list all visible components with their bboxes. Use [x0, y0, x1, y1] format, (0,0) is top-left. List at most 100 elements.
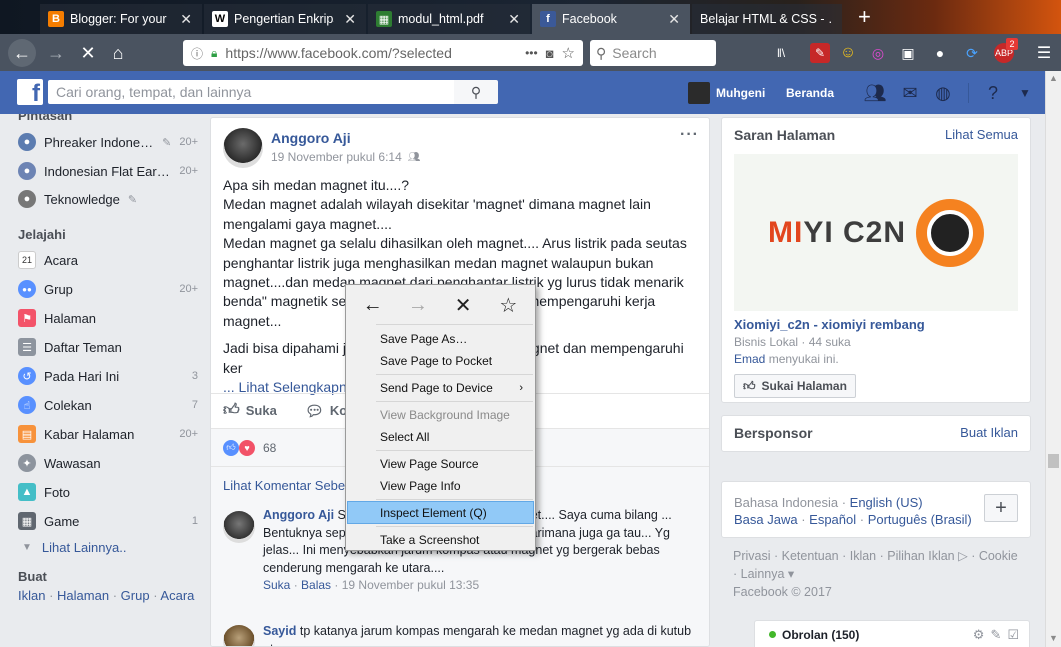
url-text[interactable]: https://www.facebook.com/?selected [225, 45, 517, 61]
instagram-icon[interactable]: ◎ [868, 43, 888, 63]
tab-belajar-html[interactable]: Belajar HTML & CSS - … [692, 4, 842, 34]
sidebar-item-grup[interactable]: ●● Grup 20+ [18, 278, 198, 300]
gear-icon[interactable]: ⚙ [973, 627, 985, 643]
tab-facebook[interactable]: f Facebook ✕ [532, 4, 690, 34]
comment-like-link[interactable]: Suka [263, 578, 290, 592]
more-languages-button[interactable]: + [984, 494, 1018, 522]
language-option[interactable]: Español [809, 512, 856, 527]
sidebar-item-pada-hari-ini[interactable]: ↺ Pada Hari Ini 3 [18, 365, 198, 387]
menu-item-select-all[interactable]: Select All [348, 426, 533, 447]
page-actions-icon[interactable]: ••• [525, 46, 538, 60]
language-option[interactable]: Português (Brasil) [868, 512, 972, 527]
menu-item-view-source[interactable]: View Page Source [348, 453, 533, 474]
menu-item-save-page[interactable]: Save Page As… [348, 328, 533, 349]
extension-icon[interactable]: ● [930, 43, 950, 63]
back-icon[interactable]: ← [8, 39, 36, 67]
sidebar-item-flat-earth[interactable]: ● Indonesian Flat Ear… 20+ [18, 160, 198, 182]
language-option[interactable]: English (US) [850, 495, 923, 510]
back-icon[interactable]: ← [358, 290, 388, 320]
menu-item-screenshot[interactable]: Take a Screenshot [348, 529, 533, 550]
sync-icon[interactable]: ⟳ [962, 43, 982, 63]
stop-icon[interactable]: ✕ [448, 290, 478, 320]
close-icon[interactable]: ✕ [344, 11, 356, 28]
new-tab-button[interactable]: + [858, 4, 871, 30]
bookmark-star-icon[interactable]: ☆ [493, 290, 523, 320]
tab-blogger[interactable]: B Blogger: For your I… ✕ [40, 4, 202, 34]
library-icon[interactable]: ‖\ [771, 43, 791, 63]
comment-reply-link[interactable]: Balas [301, 578, 331, 592]
sidebar-item-kabar-halaman[interactable]: ▤ Kabar Halaman 20+ [18, 423, 198, 445]
forward-icon[interactable]: → [403, 290, 433, 320]
comment-author[interactable]: Sayid [263, 624, 296, 638]
home-icon[interactable]: ⌂ [104, 39, 132, 67]
emoji-icon[interactable]: ☺ [838, 43, 858, 63]
scrollbar-thumb[interactable] [1048, 454, 1059, 468]
comment-time[interactable]: 19 November pukul 13:35 [342, 578, 479, 592]
forward-icon[interactable]: → [42, 39, 70, 67]
create-ad-link[interactable]: Buat Iklan [960, 425, 1018, 440]
profile-link[interactable]: Muhgeni [688, 71, 765, 114]
create-page-link[interactable]: Halaman [57, 588, 109, 603]
post-options-icon[interactable]: ··· [680, 126, 699, 144]
sidebar-item-teknowledge[interactable]: ● Teknowledge ✎ [18, 188, 198, 210]
see-more-link[interactable]: ▼ Lihat Lainnya.. [22, 540, 126, 555]
chevron-down-icon[interactable]: ▼ [1014, 82, 1036, 104]
notifications-globe-icon[interactable]: ◍ [932, 82, 954, 104]
pocket-icon[interactable]: ◙ [546, 46, 554, 61]
menu-item-send-to-device[interactable]: Send Page to Device › [348, 377, 533, 398]
sidebar-item-phreaker[interactable]: ● Phreaker Indone… ✎ 20+ [18, 131, 198, 153]
see-all-link[interactable]: Lihat Semua [945, 127, 1018, 142]
scroll-up-icon[interactable]: ▲ [1049, 73, 1058, 83]
menu-icon[interactable]: ☰ [1034, 43, 1054, 63]
comment-author[interactable]: Anggoro Aji [263, 508, 334, 522]
facebook-search-input[interactable]: Cari orang, tempat, dan lainnya [48, 80, 454, 104]
menu-item-view-info[interactable]: View Page Info [348, 475, 533, 496]
suggested-page-name[interactable]: Xiomiyi_c2n - xiomiyi rembang [734, 317, 925, 332]
like-page-button[interactable]: 👍︎ Sukai Halaman [734, 374, 856, 398]
sidebar-item-halaman[interactable]: ⚑ Halaman [18, 307, 198, 329]
scroll-down-icon[interactable]: ▼ [1049, 633, 1058, 643]
avatar[interactable] [223, 128, 263, 168]
post-time-text[interactable]: 19 November pukul 6:14 [271, 150, 402, 164]
friend-link[interactable]: Emad [734, 352, 765, 366]
bookmark-star-icon[interactable]: ☆ [562, 44, 575, 62]
create-event-link[interactable]: Acara [160, 588, 194, 603]
new-group-icon[interactable]: ☑ [1007, 627, 1019, 643]
create-group-link[interactable]: Grup [121, 588, 150, 603]
menu-item-inspect-element[interactable]: Inspect Element (Q) [347, 501, 534, 524]
home-link[interactable]: Beranda [786, 71, 834, 114]
footer-nav[interactable]: Privasi · Ketentuan · Iklan · Pilihan Ik… [733, 547, 1023, 583]
sidebar-item-daftar-teman[interactable]: ☰ Daftar Teman [18, 336, 198, 358]
menu-item-save-pocket[interactable]: Save Page to Pocket [348, 350, 533, 371]
sidebar-item-wawasan[interactable]: ✦ Wawasan [18, 452, 198, 474]
sidebar-item-game[interactable]: ▦ Game 1 [18, 510, 198, 532]
page-cover-image[interactable]: MIYI C2N [734, 154, 1018, 311]
compose-icon[interactable]: ✎ [990, 627, 1001, 643]
close-icon[interactable]: ✕ [180, 11, 192, 28]
addon-icon[interactable]: ✎ [810, 43, 830, 63]
tab-pdf[interactable]: ▦ modul_html.pdf ✕ [368, 4, 530, 34]
search-icon[interactable]: ⚲ [454, 80, 498, 104]
menu-item-view-background[interactable]: View Background Image [348, 404, 533, 425]
like-button[interactable]: 👍︎ Suka [223, 401, 277, 420]
chat-bar[interactable]: Obrolan (150) ⚙ ✎ ☑ [754, 620, 1030, 647]
close-icon[interactable]: ✕ [668, 11, 680, 28]
page-scrollbar[interactable]: ▲ ▼ [1045, 71, 1061, 647]
facebook-logo-icon[interactable]: f [17, 79, 43, 106]
tab-enkripsi[interactable]: W Pengertian Enkripsi… ✕ [204, 4, 366, 34]
post-author[interactable]: Anggoro Aji [271, 130, 351, 146]
sidebar-item-colekan[interactable]: ☝ Colekan 7 [18, 394, 198, 416]
messenger-icon[interactable]: ✉ [899, 82, 921, 104]
close-icon[interactable]: ✕ [508, 11, 520, 28]
friend-requests-icon[interactable]: 👥︎ [864, 82, 887, 104]
help-icon[interactable]: ? [982, 82, 1004, 104]
url-bar[interactable]: ⓘ 🔒︎ https://www.facebook.com/?selected … [183, 40, 583, 66]
stop-icon[interactable]: ✕ [74, 39, 102, 67]
sidebar-item-acara[interactable]: 21 Acara [18, 249, 198, 271]
search-bar[interactable]: ⚲ Search [590, 40, 716, 66]
info-icon[interactable]: ⓘ [191, 45, 203, 62]
avatar[interactable] [223, 625, 255, 646]
language-option[interactable]: Basa Jawa [734, 512, 798, 527]
avatar[interactable] [223, 511, 255, 543]
reader-icon[interactable]: ▣ [898, 43, 918, 63]
